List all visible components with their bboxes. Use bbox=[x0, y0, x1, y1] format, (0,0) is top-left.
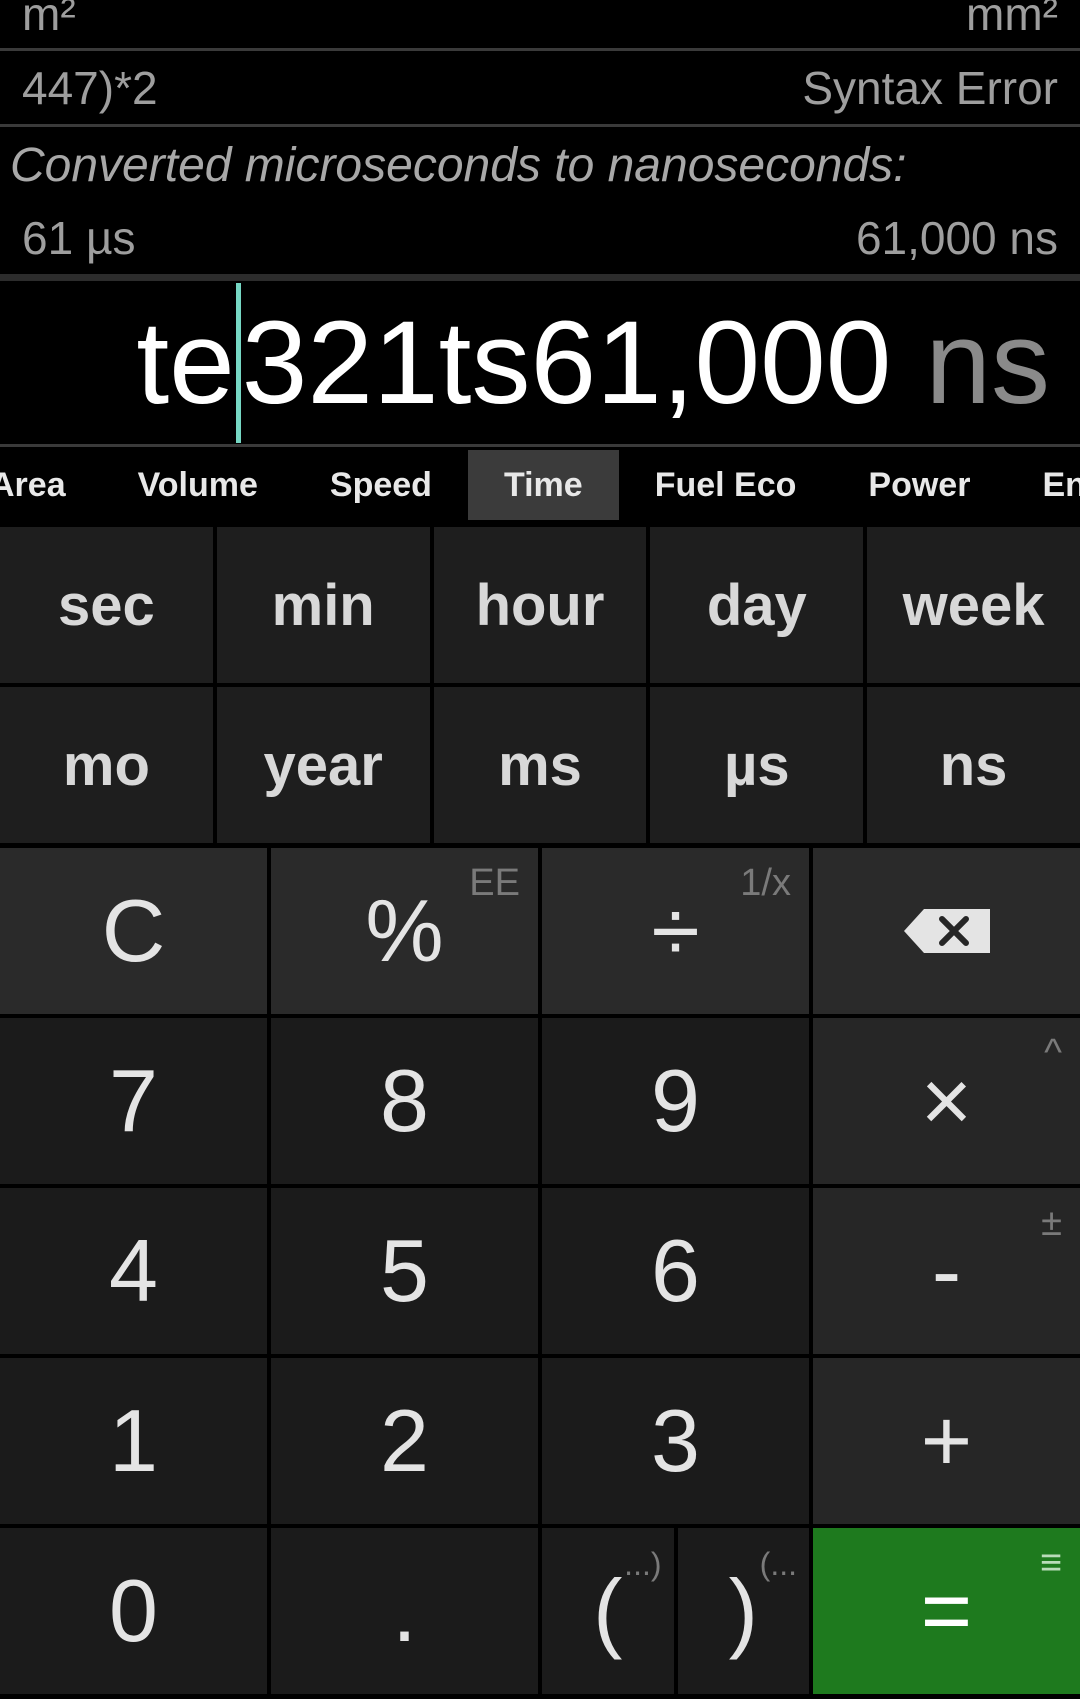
plus-button[interactable]: + bbox=[813, 1358, 1080, 1524]
tab-power[interactable]: Power bbox=[832, 450, 1006, 520]
equals-label: = bbox=[920, 1561, 973, 1660]
conversion-note: Converted microseconds to nanoseconds: bbox=[10, 139, 907, 192]
unit-week-button[interactable]: week bbox=[867, 527, 1080, 683]
percent-button[interactable]: % EE bbox=[271, 848, 538, 1014]
unit-buttons: sec min hour day week mo year ms µs ns bbox=[0, 527, 1080, 843]
expression-text-before-cursor: te bbox=[136, 297, 235, 429]
digit-label: 6 bbox=[651, 1221, 700, 1320]
tab-area[interactable]: Area bbox=[0, 450, 102, 520]
ee-label: EE bbox=[469, 862, 520, 904]
minus-label: - bbox=[931, 1221, 962, 1320]
parentheses-group: (...) ) (... bbox=[542, 1528, 809, 1694]
divide-label: ÷ bbox=[651, 881, 700, 980]
divider bbox=[0, 124, 1080, 127]
digit-9-button[interactable]: 9 bbox=[542, 1018, 809, 1184]
menu-icon: ≡ bbox=[1039, 1542, 1062, 1584]
unit-day-button[interactable]: day bbox=[650, 527, 864, 683]
expression-text-after-cursor: 321ts61,000 bbox=[241, 297, 892, 429]
category-tabs[interactable]: Area Volume Speed Time Fuel Eco Power En… bbox=[0, 450, 1080, 520]
unit-ns-button[interactable]: ns bbox=[867, 687, 1080, 843]
history-expression: 61 µs bbox=[22, 212, 136, 264]
history-result: mm² bbox=[966, 0, 1058, 40]
multiply-label: × bbox=[920, 1051, 973, 1150]
digit-4-button[interactable]: 4 bbox=[0, 1188, 267, 1354]
unit-us-button[interactable]: µs bbox=[650, 687, 864, 843]
digit-label: 5 bbox=[380, 1221, 429, 1320]
history-expression: m² bbox=[22, 0, 76, 40]
tab-fuel-eco[interactable]: Fuel Eco bbox=[619, 450, 833, 520]
multiply-button[interactable]: × ^ bbox=[813, 1018, 1080, 1184]
history-row[interactable]: m² mm² bbox=[0, 0, 1080, 46]
unit-min-button[interactable]: min bbox=[216, 527, 430, 683]
tab-volume[interactable]: Volume bbox=[102, 450, 294, 520]
unit-sec-button[interactable]: sec bbox=[0, 527, 213, 683]
tab-energy[interactable]: Ene bbox=[1006, 450, 1080, 520]
clear-label: C bbox=[101, 881, 166, 980]
digit-label: 1 bbox=[109, 1391, 158, 1490]
digit-label: 3 bbox=[651, 1391, 700, 1490]
unit-ms-button[interactable]: ms bbox=[433, 687, 647, 843]
divider bbox=[0, 48, 1080, 51]
history-result: Syntax Error bbox=[802, 62, 1058, 114]
open-paren-hint: ...) bbox=[624, 1546, 662, 1582]
divider bbox=[0, 274, 1080, 281]
history-row[interactable]: 447)*2 Syntax Error bbox=[0, 52, 1080, 124]
digit-3-button[interactable]: 3 bbox=[542, 1358, 809, 1524]
divide-button[interactable]: ÷ 1/x bbox=[542, 848, 809, 1014]
backspace-button[interactable] bbox=[813, 848, 1080, 1014]
expression-display[interactable]: te 321ts61,000 ns bbox=[0, 283, 1080, 443]
decimal-label: . bbox=[392, 1561, 417, 1660]
digit-6-button[interactable]: 6 bbox=[542, 1188, 809, 1354]
reciprocal-label: 1/x bbox=[740, 862, 791, 904]
digit-2-button[interactable]: 2 bbox=[271, 1358, 538, 1524]
digit-1-button[interactable]: 1 bbox=[0, 1358, 267, 1524]
history-result: 61,000 ns bbox=[855, 212, 1058, 264]
history-expression: 447)*2 bbox=[22, 62, 158, 114]
close-paren-hint: (... bbox=[759, 1546, 797, 1582]
digit-label: 0 bbox=[109, 1561, 158, 1660]
tab-speed[interactable]: Speed bbox=[294, 450, 468, 520]
digit-7-button[interactable]: 7 bbox=[0, 1018, 267, 1184]
power-label: ^ bbox=[1044, 1032, 1062, 1074]
digit-label: 8 bbox=[380, 1051, 429, 1150]
plus-minus-label: ± bbox=[1041, 1202, 1062, 1244]
divider bbox=[0, 444, 1080, 447]
keypad: C % EE ÷ 1/x 7 8 9 × ^ 4 5 6 - ± 1 2 3 + 0 .… bbox=[0, 848, 1080, 1694]
digit-label: 9 bbox=[651, 1051, 700, 1150]
minus-button[interactable]: - ± bbox=[813, 1188, 1080, 1354]
digit-0-button[interactable]: 0 bbox=[0, 1528, 267, 1694]
unit-mo-button[interactable]: mo bbox=[0, 687, 213, 843]
plus-label: + bbox=[920, 1391, 973, 1490]
open-paren-button[interactable]: (...) bbox=[542, 1528, 674, 1694]
close-paren-label: ) bbox=[728, 1561, 758, 1660]
unit-year-button[interactable]: year bbox=[216, 687, 430, 843]
unit-hour-button[interactable]: hour bbox=[433, 527, 647, 683]
digit-label: 7 bbox=[109, 1051, 158, 1150]
decimal-button[interactable]: . bbox=[271, 1528, 538, 1694]
digit-8-button[interactable]: 8 bbox=[271, 1018, 538, 1184]
digit-5-button[interactable]: 5 bbox=[271, 1188, 538, 1354]
text-cursor bbox=[235, 283, 241, 443]
equals-button[interactable]: = ≡ bbox=[813, 1528, 1080, 1694]
close-paren-button[interactable]: ) (... bbox=[677, 1528, 809, 1694]
open-paren-label: ( bbox=[593, 1561, 623, 1660]
display-unit: ns bbox=[925, 297, 1050, 429]
clear-button[interactable]: C bbox=[0, 848, 267, 1014]
digit-label: 2 bbox=[380, 1391, 429, 1490]
history-row[interactable]: 61 µs 61,000 ns bbox=[0, 202, 1080, 274]
percent-label: % bbox=[365, 881, 444, 980]
backspace-icon bbox=[903, 909, 990, 953]
digit-label: 4 bbox=[109, 1221, 158, 1320]
tab-time[interactable]: Time bbox=[467, 450, 619, 520]
